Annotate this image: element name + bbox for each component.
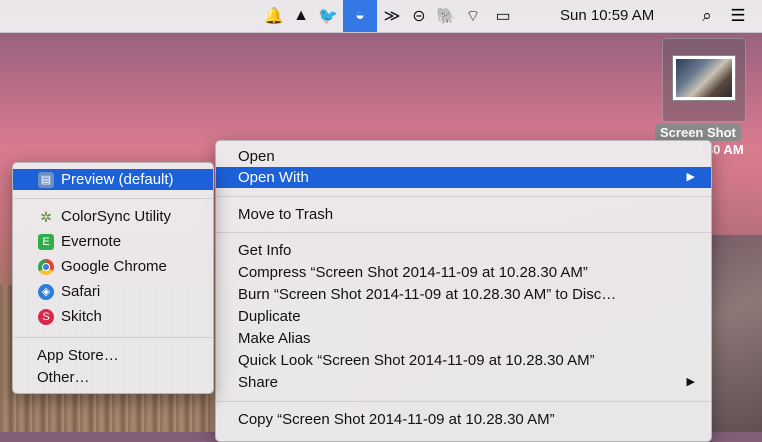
skitch-icon: S (38, 309, 54, 325)
submenu-item-evernote[interactable]: E Evernote (13, 231, 213, 252)
submenu-item-label: Preview (default) (61, 171, 174, 188)
menu-item-move-to-trash[interactable]: Move to Trash (216, 204, 711, 225)
search-icon[interactable]: ⌕ (695, 0, 719, 32)
submenu-item-label: Other… (37, 369, 90, 386)
submenu-item-label: Google Chrome (61, 258, 167, 275)
chrome-icon (38, 259, 54, 275)
menu-item-burn-to-disc[interactable]: Burn “Screen Shot 2014-11-09 at 10.28.30… (216, 284, 711, 305)
submenu-item-safari[interactable]: ◈ Safari (13, 281, 213, 302)
menu-separator (13, 337, 213, 338)
submenu-item-app-store[interactable]: App Store… (13, 345, 213, 366)
file-label-line1: Screen Shot (655, 124, 741, 141)
evernote-icon: E (38, 234, 54, 250)
colorsync-icon: ✲ (40, 208, 52, 225)
menu-item-compress[interactable]: Compress “Screen Shot 2014-11-09 at 10.2… (216, 262, 711, 283)
menu-item-label: Make Alias (238, 330, 311, 347)
menu-separator (216, 401, 711, 402)
menu-item-get-info[interactable]: Get Info (216, 240, 711, 261)
menu-item-label: Get Info (238, 242, 292, 259)
submenu-item-label: Evernote (61, 233, 122, 250)
thumbnail-image (676, 59, 732, 97)
menu-item-label: Move to Trash (238, 206, 334, 223)
submenu-item-other[interactable]: Other… (13, 367, 213, 388)
menu-item-label: Open (238, 148, 275, 165)
circle-icon[interactable]: ⊝ (407, 0, 431, 32)
menu-bar: 🔔 ▲ 🐦 ◒ ≫ ⊝ 🐘 ⌔ ▭ Sun 10:59 AM ⌕ ☰ (0, 0, 762, 33)
menu-item-label: Quick Look “Screen Shot 2014-11-09 at 10… (238, 352, 595, 369)
menu-item-label: Compress “Screen Shot 2014-11-09 at 10.2… (238, 264, 588, 281)
menu-item-label: Share (238, 374, 279, 391)
menu-item-open[interactable]: Open (216, 146, 711, 167)
submenu-item-label: Skitch (61, 308, 102, 325)
menu-item-label: Duplicate (238, 308, 301, 325)
menu-item-duplicate[interactable]: Duplicate (216, 306, 711, 327)
open-with-submenu: ▤ Preview (default) ✲ ColorSync Utility … (12, 162, 214, 394)
desktop-file-icon[interactable] (662, 38, 746, 122)
submenu-item-colorsync-utility[interactable]: ✲ ColorSync Utility (13, 206, 213, 227)
menu-item-label: Copy “Screen Shot 2014-11-09 at 10.28.30… (238, 411, 555, 428)
menu-item-copy[interactable]: Copy “Screen Shot 2014-11-09 at 10.28.30… (216, 409, 711, 430)
submenu-arrow-icon: ▶ (686, 376, 695, 388)
notification-center-icon[interactable]: ☰ (725, 0, 751, 32)
context-menu: Open Open With ▶ Move to Trash Get Info … (215, 140, 712, 442)
twitter-icon[interactable]: 🐦 (316, 0, 340, 32)
submenu-item-label: App Store… (37, 347, 119, 364)
menu-separator (13, 198, 213, 199)
evernote-icon[interactable]: 🐘 (434, 0, 458, 32)
status-icons: 🔔 ▲ 🐦 ◒ ≫ ⊝ 🐘 ⌔ ▭ (262, 0, 521, 32)
submenu-item-label: Safari (61, 283, 101, 300)
menu-item-quick-look[interactable]: Quick Look “Screen Shot 2014-11-09 at 10… (216, 350, 711, 371)
submenu-arrow-icon: ▶ (686, 171, 695, 183)
wifi-icon[interactable]: ⌔ (461, 0, 485, 32)
forward-arrows-icon[interactable]: ≫ (380, 0, 404, 32)
google-drive-icon[interactable]: ▲ (289, 0, 313, 32)
menu-item-label: Open With (238, 169, 309, 186)
submenu-item-preview[interactable]: ▤ Preview (default) (13, 169, 213, 190)
screenshot-thumbnail (672, 55, 736, 101)
menu-separator (216, 232, 711, 233)
submenu-item-label: ColorSync Utility (61, 208, 172, 225)
menu-item-open-with[interactable]: Open With ▶ (216, 167, 711, 188)
menu-separator (216, 196, 711, 197)
bell-icon[interactable]: 🔔 (262, 0, 286, 32)
submenu-item-skitch[interactable]: S Skitch (13, 306, 213, 327)
submenu-item-google-chrome[interactable]: Google Chrome (13, 256, 213, 277)
disk-icon[interactable]: ◒ (343, 0, 377, 32)
clock[interactable]: Sun 10:59 AM (560, 0, 654, 32)
preview-icon: ▤ (38, 172, 54, 188)
safari-icon: ◈ (38, 284, 54, 300)
battery-icon[interactable]: ▭ (488, 0, 518, 32)
menu-item-make-alias[interactable]: Make Alias (216, 328, 711, 349)
menu-item-label: Burn “Screen Shot 2014-11-09 at 10.28.30… (238, 286, 617, 303)
menu-item-share[interactable]: Share ▶ (216, 372, 711, 393)
